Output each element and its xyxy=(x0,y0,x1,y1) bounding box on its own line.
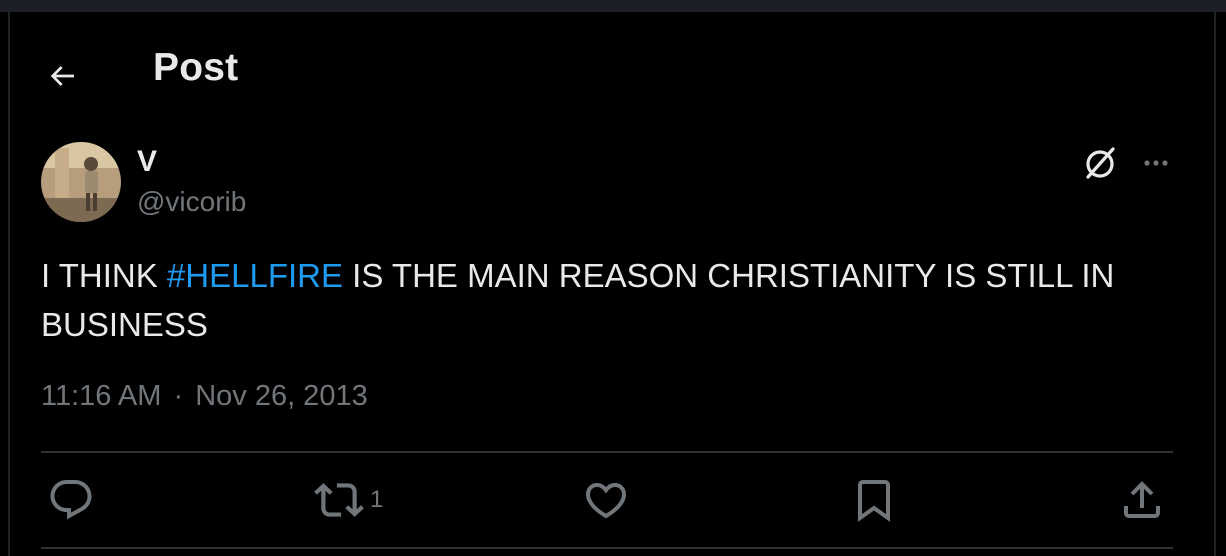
share-button[interactable] xyxy=(1118,470,1166,530)
author-name[interactable]: V xyxy=(137,145,157,179)
author-handle[interactable]: @vicorib xyxy=(137,186,246,218)
post-time: 11:16 AM xyxy=(41,380,162,412)
hashtag-link[interactable]: #HELLFIRE xyxy=(167,257,343,294)
reply-button[interactable] xyxy=(47,470,95,530)
share-icon xyxy=(1124,481,1160,518)
timestamp-separator: · xyxy=(173,380,184,412)
repost-count: 1 xyxy=(370,486,384,513)
post-text: I THINK #HELLFIRE IS THE MAIN REASON CHR… xyxy=(41,251,1181,349)
avatar-photo xyxy=(41,142,121,222)
heart-icon xyxy=(585,483,627,519)
reply-icon xyxy=(50,480,92,520)
post-date: Nov 26, 2013 xyxy=(195,380,368,412)
post-text-before: I THINK xyxy=(41,257,167,294)
like-button[interactable] xyxy=(582,470,630,530)
window-top-strip xyxy=(0,0,1226,12)
grok-button[interactable] xyxy=(1078,141,1122,185)
divider xyxy=(41,451,1173,453)
more-options-button[interactable] xyxy=(1134,141,1178,185)
avatar[interactable] xyxy=(41,142,121,222)
repost-icon xyxy=(314,483,364,517)
repost-button[interactable]: 1 xyxy=(314,470,383,530)
grok-icon xyxy=(1086,147,1115,179)
bookmark-button[interactable] xyxy=(850,470,898,530)
more-horizontal-icon xyxy=(1144,160,1168,166)
arrow-left-icon xyxy=(50,66,74,86)
back-button[interactable] xyxy=(40,54,84,98)
page-header: Post xyxy=(0,12,1226,122)
page-title: Post xyxy=(153,46,239,89)
bookmark-icon xyxy=(858,480,890,522)
divider-bottom xyxy=(41,547,1173,549)
post-timestamp[interactable]: 11:16 AM · Nov 26, 2013 xyxy=(41,380,368,413)
action-bar: 1 xyxy=(0,470,1226,530)
